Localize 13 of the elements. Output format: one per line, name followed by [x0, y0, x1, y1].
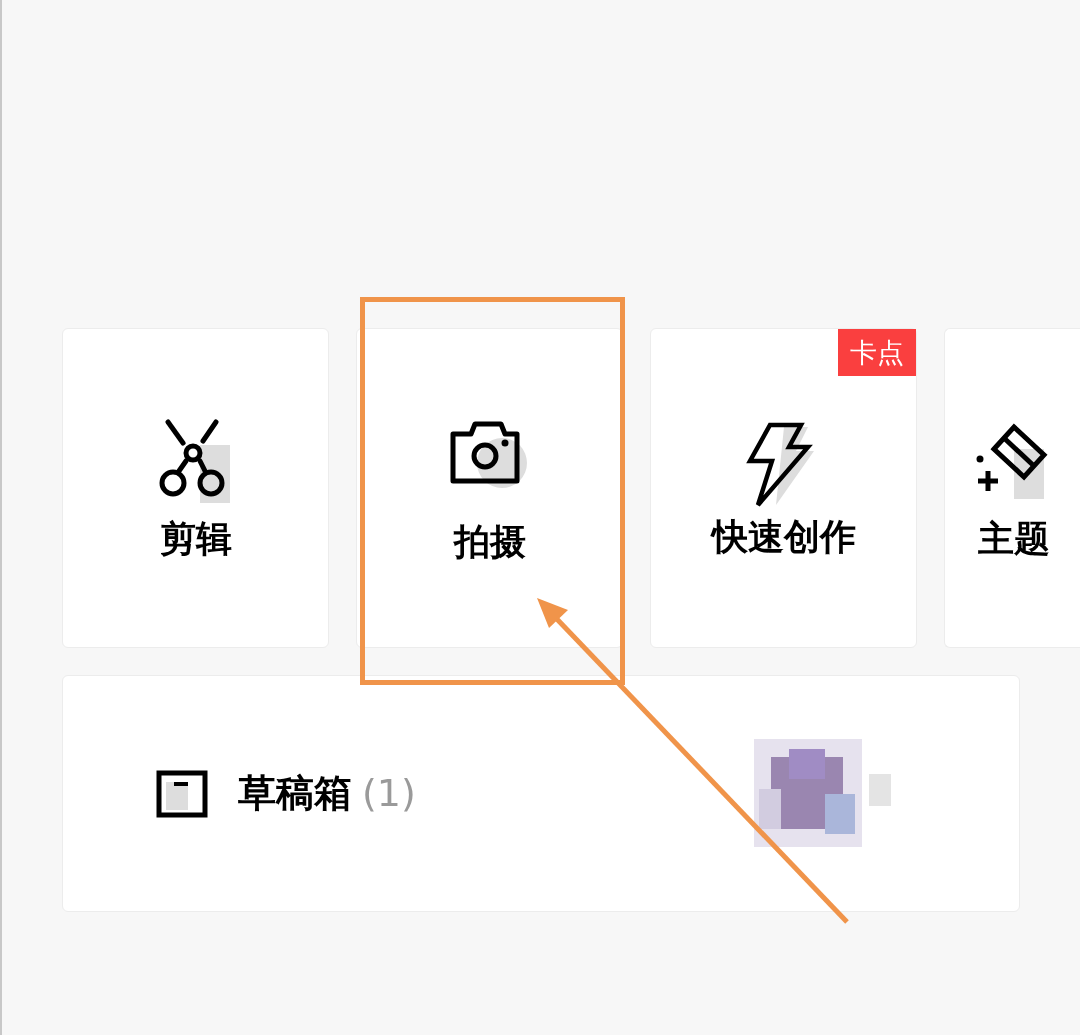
drafts-card[interactable]: 草稿箱 (1) [62, 675, 1020, 912]
feature-card[interactable]: 主题 [944, 328, 1080, 648]
box-icon [156, 769, 208, 818]
feature-card[interactable]: 剪辑 [62, 328, 329, 648]
card-label: 主题 [977, 521, 1050, 557]
card-label: 拍摄 [453, 524, 526, 560]
drafts-label: 草稿箱 [238, 770, 352, 817]
feature-card[interactable]: 拍摄 [356, 328, 623, 648]
beat-badge: 卡点 [838, 329, 916, 376]
card-label: 剪辑 [159, 521, 232, 557]
feature-card[interactable]: 卡点 快速创作 [650, 328, 917, 648]
draft-count: (1) [362, 770, 416, 817]
card-label: 快速创作 [711, 519, 856, 555]
